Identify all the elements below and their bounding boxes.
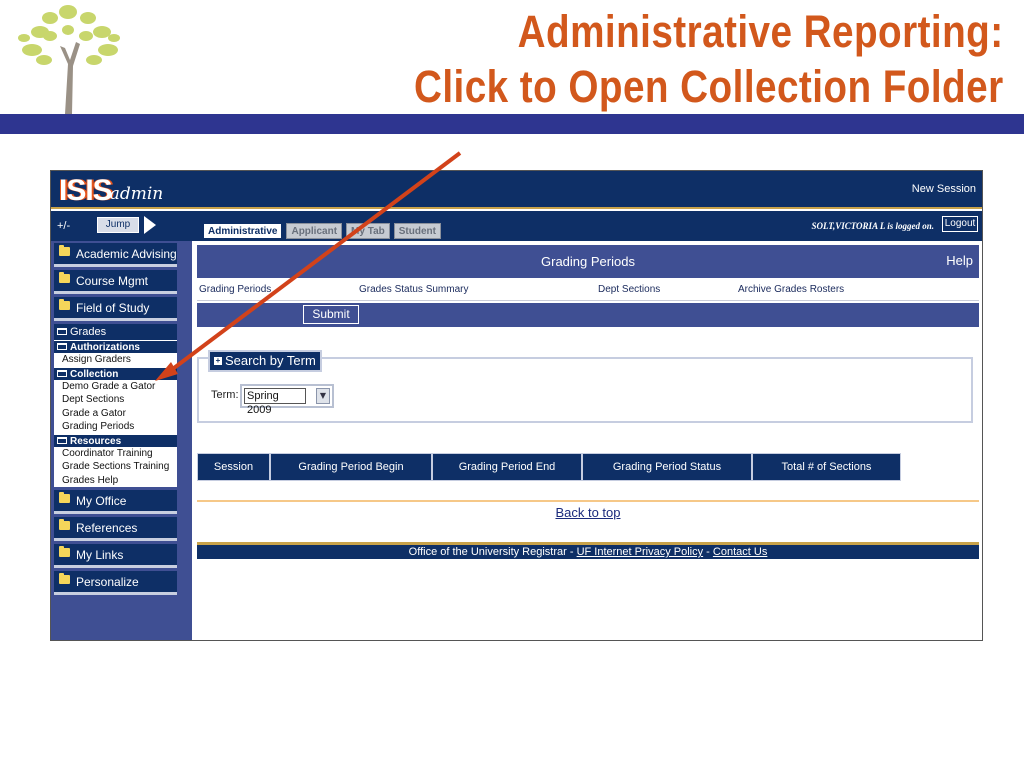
slide-title-line2: Click to Open Collection Folder — [414, 61, 1004, 112]
open-folder-icon — [57, 369, 67, 377]
term-select[interactable]: Spring 2009 ▼ — [240, 384, 334, 416]
isis-admin-screenshot: ISIS admin New Session +/- Jump Academic… — [50, 170, 983, 641]
app-header: ISIS admin New Session — [51, 171, 982, 209]
link-grading-periods[interactable]: Grading Periods — [54, 420, 177, 434]
footer-separator: - — [703, 546, 713, 558]
jump-button[interactable]: Jump — [97, 217, 139, 233]
jump-row: +/- Jump — [51, 211, 192, 241]
sidebar-item-grades[interactable]: Grades — [54, 324, 177, 340]
folder-label: Authorizations — [70, 342, 140, 353]
sidebar-item-label: Field of Study — [76, 301, 150, 315]
folder-icon — [59, 546, 70, 557]
isis-admin-logo[interactable]: ISIS admin — [59, 174, 164, 207]
slide-title: Administrative Reporting: Click to Open … — [414, 4, 1004, 114]
expand-plus-icon[interactable]: + — [214, 357, 222, 365]
play-arrow-icon[interactable] — [144, 216, 156, 234]
privacy-policy-link[interactable]: UF Internet Privacy Policy — [577, 546, 704, 558]
folder-authorizations[interactable]: Authorizations — [54, 340, 177, 353]
grades-folder: Grades Authorizations Assign Graders Col… — [54, 324, 177, 487]
link-demo-grade-a-gator[interactable]: Demo Grade a Gator — [54, 379, 177, 393]
contact-us-link[interactable]: Contact Us — [713, 546, 767, 558]
column-grading-period-end[interactable]: Grading Period End — [433, 454, 583, 480]
logout-button[interactable]: Logout — [942, 216, 978, 232]
folder-label: Resources — [70, 435, 122, 447]
page-footer: Office of the University Registrar - UF … — [197, 542, 979, 559]
sidebar-item-personalize[interactable]: Personalize — [54, 571, 177, 595]
sidebar-item-label: My Office — [76, 494, 127, 508]
folder-label: Collection — [70, 368, 119, 380]
sidebar-item-label: Grades — [70, 326, 107, 338]
chevron-down-icon[interactable]: ▼ — [316, 388, 330, 404]
term-select-value[interactable]: Spring 2009 — [244, 388, 306, 416]
open-folder-icon — [57, 436, 67, 444]
expand-collapse-toggle[interactable]: +/- — [57, 220, 70, 232]
link-grades-help[interactable]: Grades Help — [54, 473, 177, 487]
sidebar-item-course-mgmt[interactable]: Course Mgmt — [54, 270, 177, 294]
sidebar-item-label: Academic Advising — [76, 247, 177, 261]
sidebar-item-field-of-study[interactable]: Field of Study — [54, 297, 177, 321]
logo-admin-text: admin — [109, 184, 164, 204]
page-title: Grading Periods — [541, 254, 635, 269]
logo-isis-text: ISIS — [59, 174, 113, 207]
link-dept-sections[interactable]: Dept Sections — [54, 393, 177, 407]
link-archive-grades-rosters[interactable]: Archive Grades Rosters — [738, 284, 844, 295]
back-to-top-link[interactable]: Back to top — [197, 505, 979, 520]
page-header: Grading Periods Help — [197, 245, 979, 278]
folder-resources[interactable]: Resources — [54, 433, 177, 447]
tab-my-tab[interactable]: My Tab — [346, 223, 390, 239]
sidebar-menu: Academic Advising Course Mgmt Field of S… — [54, 243, 177, 598]
link-dept-sections-nav[interactable]: Dept Sections — [598, 284, 660, 295]
slide-title-line1: Administrative Reporting: — [518, 6, 1004, 57]
sidebar-item-academic-advising[interactable]: Academic Advising — [54, 243, 177, 267]
sidebar-item-label: My Links — [76, 548, 124, 562]
sub-nav-links: Grading Periods Grades Status Summary De… — [197, 279, 979, 301]
sidebar-item-my-office[interactable]: My Office — [54, 490, 177, 514]
folder-icon — [59, 299, 70, 310]
tab-administrative[interactable]: Administrative — [203, 223, 283, 239]
tab-applicant[interactable]: Applicant — [286, 223, 343, 239]
tree-logo — [18, 5, 120, 114]
sidebar-item-label: Personalize — [76, 575, 139, 589]
sidebar-item-label: References — [76, 521, 138, 535]
column-grading-period-status[interactable]: Grading Period Status — [583, 454, 753, 480]
tab-student[interactable]: Student — [393, 223, 441, 239]
main-tabs: Administrative Applicant My Tab Student — [203, 223, 441, 239]
folder-icon — [59, 573, 70, 584]
column-session[interactable]: Session — [198, 454, 271, 480]
folder-collection[interactable]: Collection — [54, 366, 177, 380]
logged-on-status: SOLT,VICTORIA L is logged on. — [811, 221, 934, 231]
open-folder-icon — [57, 343, 67, 350]
column-total-sections[interactable]: Total # of Sections — [753, 454, 900, 480]
sidebar-item-label: Course Mgmt — [76, 274, 149, 288]
folder-icon — [59, 519, 70, 530]
new-session-link[interactable]: New Session — [912, 183, 976, 195]
folder-icon — [59, 272, 70, 283]
link-grading-periods-nav[interactable]: Grading Periods — [199, 284, 271, 295]
search-by-term-legend[interactable]: + Search by Term — [208, 350, 322, 372]
open-folder-icon — [57, 328, 67, 335]
results-table-header: Session Grading Period Begin Grading Per… — [197, 453, 901, 481]
divider-line — [197, 500, 979, 502]
link-grades-status-summary[interactable]: Grades Status Summary — [359, 284, 468, 295]
footer-text: Office of the University Registrar - — [408, 546, 577, 558]
link-grade-sections-training[interactable]: Grade Sections Training — [54, 460, 177, 474]
help-link[interactable]: Help — [946, 253, 973, 268]
sidebar-item-references[interactable]: References — [54, 517, 177, 541]
folder-icon — [59, 492, 70, 503]
link-grade-a-gator[interactable]: Grade a Gator — [54, 406, 177, 420]
submit-bar: Submit — [197, 303, 979, 327]
submit-button[interactable]: Submit — [303, 305, 359, 324]
link-assign-graders[interactable]: Assign Graders — [54, 353, 177, 367]
search-legend-label: Search by Term — [225, 353, 316, 368]
slide-divider-bar — [0, 114, 1024, 134]
link-coordinator-training[interactable]: Coordinator Training — [54, 446, 177, 460]
folder-icon — [59, 245, 70, 256]
sidebar-item-my-links[interactable]: My Links — [54, 544, 177, 568]
term-label: Term: — [211, 389, 239, 401]
column-grading-period-begin[interactable]: Grading Period Begin — [271, 454, 433, 480]
